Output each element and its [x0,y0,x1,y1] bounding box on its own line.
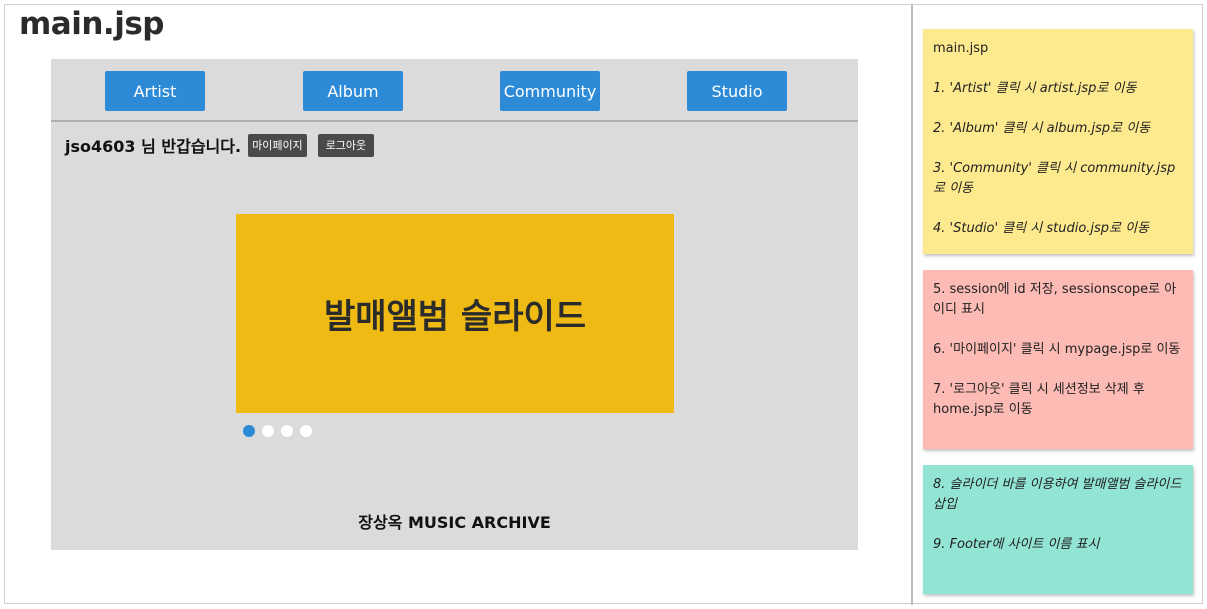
nav-album-button[interactable]: Album [303,71,403,111]
page-title: main.jsp [19,6,164,42]
note-item: 1. 'Artist' 클릭 시 artist.jsp로 이동 [933,81,1137,96]
note-item: 6. '마이페이지' 클릭 시 mypage.jsp로 이동 [933,342,1181,357]
slider-dot[interactable] [243,425,255,437]
slider-dot[interactable] [281,425,293,437]
nav-community-button[interactable]: Community [500,71,600,111]
slider-dots [243,425,319,437]
note-item: 4. 'Studio' 클릭 시 studio.jsp로 이동 [933,221,1150,236]
note-item: 9. Footer에 사이트 이름 표시 [933,537,1100,552]
album-slide: 발매앨범 슬라이드 [236,214,674,413]
note-item: 2. 'Album' 클릭 시 album.jsp로 이동 [933,121,1151,136]
vertical-divider [911,4,913,605]
nav-artist-button[interactable]: Artist [105,71,205,111]
slider-dot[interactable] [262,425,274,437]
sticky-note-green: 8. 슬라이더 바를 이용하여 발매앨범 슬라이드 삽입 9. Footer에 … [923,465,1193,594]
note-item: 3. 'Community' 클릭 시 community.jsp로 이동 [933,161,1176,196]
note-item: 8. 슬라이더 바를 이용하여 발매앨범 슬라이드 삽입 [933,477,1182,512]
slider-dot[interactable] [300,425,312,437]
greeting-text: jso4603 님 반갑습니다. [65,137,242,156]
user-greeting-bar: jso4603 님 반갑습니다. 마이페이지 로그아웃 [65,132,375,158]
note-item: 5. session에 id 저장, sessionscope로 아이디 표시 [933,282,1177,317]
site-footer: 장상옥 MUSIC ARCHIVE [358,513,551,532]
top-nav: Artist Album Community Studio [51,59,858,122]
mypage-button[interactable]: 마이페이지 [248,133,307,157]
note-item: 7. '로그아웃' 클릭 시 세션정보 삭제 후 home.jsp로 이동 [933,382,1145,417]
sticky-note-pink: 5. session에 id 저장, sessionscope로 아이디 표시 … [923,270,1193,449]
logout-button[interactable]: 로그아웃 [317,133,375,157]
slide-title: 발매앨범 슬라이드 [323,297,587,337]
main-page-mockup: Artist Album Community Studio jso4603 님 … [51,59,858,550]
note-heading: main.jsp [933,41,989,56]
sticky-note-yellow: main.jsp 1. 'Artist' 클릭 시 artist.jsp로 이동… [923,29,1193,254]
nav-studio-button[interactable]: Studio [687,71,787,111]
